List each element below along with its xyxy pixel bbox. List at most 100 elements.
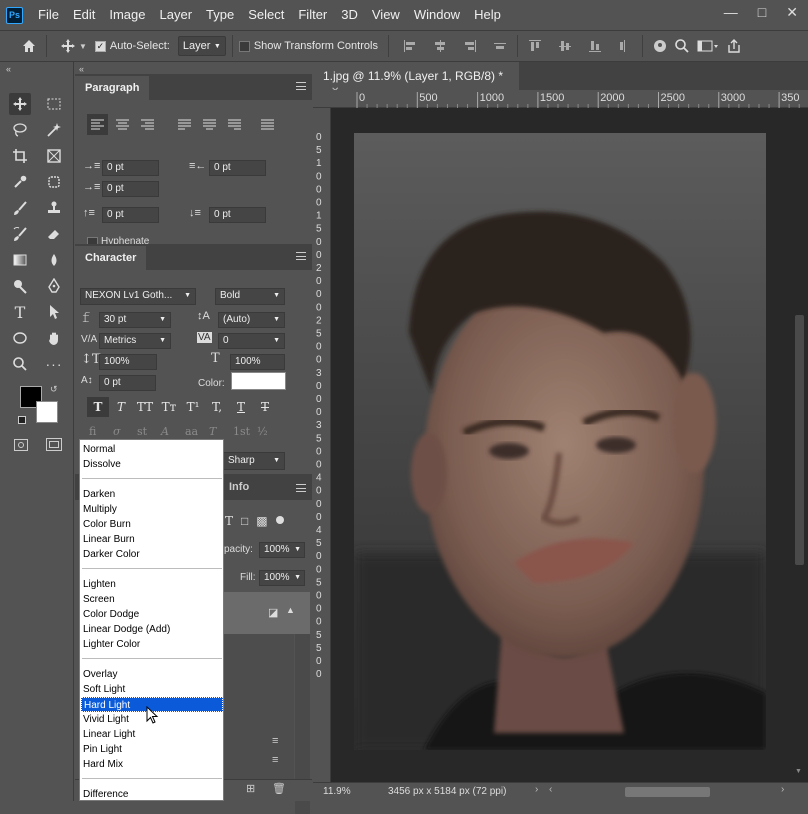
align-right-text-icon[interactable] [137,114,158,135]
panel-menu-icon[interactable] [296,484,306,492]
discretionary-ligature-button[interactable]: σ [113,425,137,438]
stamp-tool[interactable] [43,197,65,219]
3d-mode-icon[interactable] [649,35,671,57]
magic-wand-tool[interactable] [43,119,65,141]
leading-field[interactable]: (Auto) ▼ [218,312,285,328]
align-right-icon[interactable] [459,35,481,57]
panel-menu-icon[interactable] [296,82,306,90]
menu-window[interactable]: Window [407,0,467,30]
menu-help[interactable]: Help [467,0,508,30]
menu-layer[interactable]: Layer [153,0,200,30]
indent-first-line-field[interactable]: 0 pt [102,181,159,197]
pen-tool[interactable] [43,275,65,297]
ellipse-tool[interactable] [9,327,31,349]
space-before-field[interactable]: 0 pt [102,207,159,223]
horizontal-scale-field[interactable]: 100% [230,354,285,370]
close-icon[interactable]: ✕ [786,4,798,21]
ordinals-button[interactable]: T [209,425,233,438]
antialias-select[interactable]: Sharp ▼ [223,452,285,470]
scroll-right-icon[interactable]: › [781,784,784,795]
blend-mode-option[interactable]: Lighten [82,577,222,592]
swap-colors-icon[interactable]: ↺ [50,384,58,395]
baseline-shift-field[interactable]: 0 pt [99,375,156,391]
menu-edit[interactable]: Edit [66,0,102,30]
blend-mode-option[interactable]: Overlay [82,667,222,682]
align-center-icon[interactable] [429,35,451,57]
menu-type[interactable]: Type [199,0,241,30]
font-style-select[interactable]: Bold ▼ [215,288,285,305]
default-colors-icon[interactable] [18,416,26,424]
info-tab[interactable]: Info [223,476,256,498]
new-layer-icon[interactable]: ⊞ [246,782,255,795]
minimize-icon[interactable]: — [724,4,738,20]
blur-tool[interactable] [43,249,65,271]
opacity-field[interactable]: 100% ▼ [259,542,305,558]
align-left-text-icon[interactable] [87,114,108,135]
blend-mode-option[interactable]: Difference [82,787,222,802]
menu-select[interactable]: Select [241,0,291,30]
photoshop-logo-icon[interactable]: Ps [6,6,23,24]
hand-tool[interactable] [43,327,65,349]
marquee-tool[interactable] [43,93,65,115]
lock-text-icon[interactable]: T [225,514,233,528]
brush-tool[interactable] [9,197,31,219]
vertical-scrollbar-thumb[interactable] [795,315,804,565]
blend-mode-option[interactable]: Linear Burn [82,532,222,547]
horizontal-scrollbar-thumb[interactable] [625,787,710,797]
align-top-icon[interactable] [524,35,546,57]
align-bottom-icon[interactable] [584,35,606,57]
horizontal-ruler[interactable]: 0 500 1000 1500 2000 2500 3000 350 [313,90,808,108]
quick-mask-icon[interactable] [14,439,28,451]
crop-tool[interactable] [9,145,31,167]
blend-mode-option[interactable]: Hard Mix [82,757,222,772]
type-tool[interactable]: T [9,301,31,323]
home-icon[interactable] [18,35,40,57]
vertical-scale-field[interactable]: 100% [99,354,157,370]
zoom-tool[interactable] [9,353,31,375]
font-family-select[interactable]: NEXON Lv1 Goth... ▼ [80,288,196,305]
indent-left-field[interactable]: 0 pt [102,160,159,176]
blend-mode-option[interactable]: Linear Light [82,727,222,742]
move-tool[interactable] [9,93,31,115]
small-caps-button[interactable]: Tт [157,397,181,417]
justify-last-center-icon[interactable] [199,114,220,135]
auto-select-dropdown[interactable]: Layer ▼ [177,36,226,56]
blend-mode-option[interactable]: Soft Light [82,682,222,697]
collapse-panels-icon[interactable]: « [79,64,84,74]
chevron-down-icon[interactable]: ▼ [79,42,87,51]
screen-mode-icon[interactable] [46,438,62,451]
blend-mode-option[interactable]: Lighter Color [82,637,222,652]
lock-all-icon[interactable]: ▩ [256,514,267,528]
history-brush-tool[interactable] [9,223,31,245]
frame-tool[interactable] [43,145,65,167]
path-selection-tool[interactable] [43,301,65,323]
tracking-field[interactable]: 0 ▼ [218,333,285,349]
fractions-button[interactable]: ½ [257,425,281,438]
scroll-left-icon[interactable]: ‹ [549,784,552,795]
document-tab[interactable]: 1.jpg @ 11.9% (Layer 1, RGB/8) * ✕ [313,62,519,97]
auto-select-checkbox[interactable]: ✓ [94,40,106,52]
blend-mode-option[interactable]: Color Dodge [82,607,222,622]
faux-bold-button[interactable]: T [87,397,109,417]
search-icon[interactable] [671,35,693,57]
font-size-field[interactable]: 30 pt ▼ [99,312,171,328]
distribute-icon[interactable] [489,35,511,57]
toggle-dot-icon[interactable] [275,516,284,524]
maximize-icon[interactable]: □ [758,4,766,20]
scroll-down-icon[interactable]: ▼ [795,768,802,775]
gradient-tool[interactable] [9,249,31,271]
justify-last-right-icon[interactable] [224,114,245,135]
eraser-tool[interactable] [43,223,65,245]
canvas-image[interactable] [354,133,766,750]
underline-button[interactable]: T [229,397,253,417]
all-caps-button[interactable]: TT [133,397,157,417]
justify-all-icon[interactable] [257,114,278,135]
blend-mode-option[interactable]: Color Burn [82,517,222,532]
lasso-tool[interactable] [9,119,31,141]
align-middle-icon[interactable] [554,35,576,57]
kerning-field[interactable]: Metrics ▼ [99,333,171,349]
stylistic-alternates-button[interactable]: A [161,425,185,438]
panel-menu-icon[interactable] [296,252,306,260]
text-color-swatch[interactable] [231,372,286,390]
strikethrough-button[interactable]: T [253,397,277,417]
